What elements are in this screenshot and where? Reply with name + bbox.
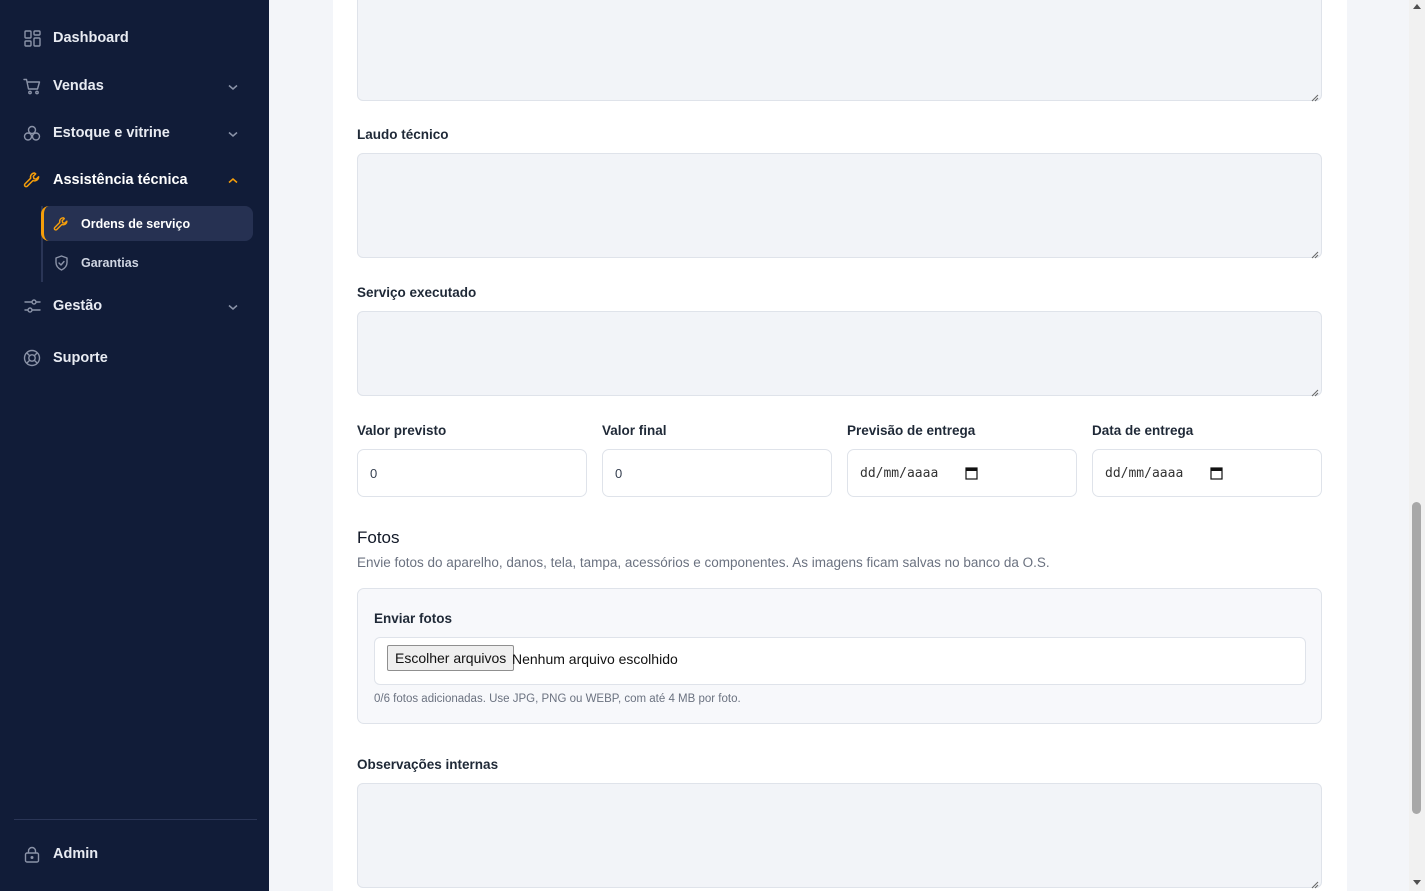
previsao-entrega-input[interactable]: dd/mm/aaaa (847, 449, 1077, 497)
valor-final-input[interactable]: 0 (602, 449, 832, 497)
sidebar-item-vendas[interactable]: Vendas (0, 66, 269, 106)
resize-grip-icon (1310, 246, 1319, 259)
valor-previsto-value: 0 (370, 465, 378, 481)
valor-final-label: Valor final (602, 423, 667, 438)
sidebar-item-suporte[interactable]: Suporte (0, 338, 269, 378)
data-entrega-label: Data de entrega (1092, 423, 1194, 438)
lock-icon (23, 845, 41, 863)
observacoes-textarea[interactable] (357, 783, 1322, 889)
resize-grip-icon (1310, 89, 1319, 102)
valor-final-value: 0 (615, 465, 623, 481)
sidebar-item-label: Assistência técnica (53, 172, 188, 188)
sidebar-subitem-ordens[interactable]: Ordens de serviço (41, 206, 253, 241)
fotos-description: Envie fotos do aparelho, danos, tela, ta… (357, 555, 1050, 570)
sidebar-subitem-garantias[interactable]: Garantias (41, 245, 253, 280)
sidebar-item-label: Suporte (53, 350, 108, 366)
scroll-up-icon[interactable] (1413, 4, 1421, 9)
sidebar-item-gestao[interactable]: Gestão (0, 286, 269, 326)
sidebar-item-label: Dashboard (53, 30, 129, 46)
lifebuoy-icon (23, 349, 41, 367)
sidebar-item-label: Estoque e vitrine (53, 125, 170, 141)
sidebar-item-label: Gestão (53, 298, 103, 314)
calendar-icon[interactable] (1210, 466, 1223, 480)
data-entrega-input[interactable]: dd/mm/aaaa (1092, 449, 1322, 497)
upload-label: Enviar fotos (374, 611, 453, 626)
resize-grip-icon (1310, 876, 1319, 889)
wrench-icon (23, 171, 41, 189)
sidebar-item-label: Vendas (53, 78, 104, 94)
chevron-down-icon (227, 80, 239, 92)
valor-previsto-input[interactable]: 0 (357, 449, 587, 497)
shield-icon (53, 254, 69, 271)
observacoes-label: Observações internas (357, 757, 499, 772)
chevron-up-icon (227, 174, 239, 186)
laudo-label: Laudo técnico (357, 127, 449, 142)
grid-icon (23, 29, 41, 47)
chevron-down-icon (227, 300, 239, 312)
boxes-icon (23, 124, 41, 142)
data-entrega-value: dd/mm/aaaa (1105, 465, 1184, 481)
sidebar-item-estoque[interactable]: Estoque e vitrine (0, 113, 269, 153)
sidebar-item-assistencia[interactable]: Assistência técnica (0, 160, 269, 200)
sliders-icon (23, 297, 41, 315)
wrench-icon (53, 216, 69, 232)
choose-files-button[interactable]: Escolher arquivos (387, 645, 515, 671)
resize-grip-icon (1310, 384, 1319, 397)
sidebar-item-dashboard[interactable]: Dashboard (0, 18, 269, 58)
previous-textarea[interactable] (357, 0, 1322, 102)
cart-icon (23, 77, 41, 95)
sidebar-item-admin[interactable]: Admin (0, 834, 269, 874)
previsao-entrega-label: Previsão de entrega (847, 423, 976, 438)
laudo-textarea[interactable] (357, 153, 1322, 259)
scroll-down-icon[interactable] (1413, 880, 1421, 885)
calendar-icon[interactable] (965, 466, 978, 480)
upload-hint: 0/6 fotos adicionadas. Use JPG, PNG ou W… (374, 693, 741, 705)
valor-previsto-label: Valor previsto (357, 423, 447, 438)
servico-textarea[interactable] (357, 311, 1322, 397)
file-status: Nenhum arquivo escolhido (512, 651, 678, 667)
servico-label: Serviço executado (357, 285, 477, 300)
file-input[interactable]: Escolher arquivos Nenhum arquivo escolhi… (374, 637, 1306, 685)
sidebar: Dashboard Vendas Estoque e vitrine Assis… (0, 0, 269, 891)
fotos-title: Fotos (357, 528, 400, 547)
chevron-down-icon (227, 127, 239, 139)
sidebar-subitem-label: Garantias (81, 255, 139, 270)
upload-box: Enviar fotos Escolher arquivos Nenhum ar… (357, 588, 1322, 724)
scroll-thumb[interactable] (1412, 502, 1421, 814)
sidebar-subitem-label: Ordens de serviço (81, 216, 191, 231)
sidebar-divider (14, 819, 257, 820)
scrollbar[interactable] (1409, 0, 1425, 891)
sidebar-item-label: Admin (53, 846, 99, 862)
previsao-entrega-value: dd/mm/aaaa (860, 465, 939, 481)
